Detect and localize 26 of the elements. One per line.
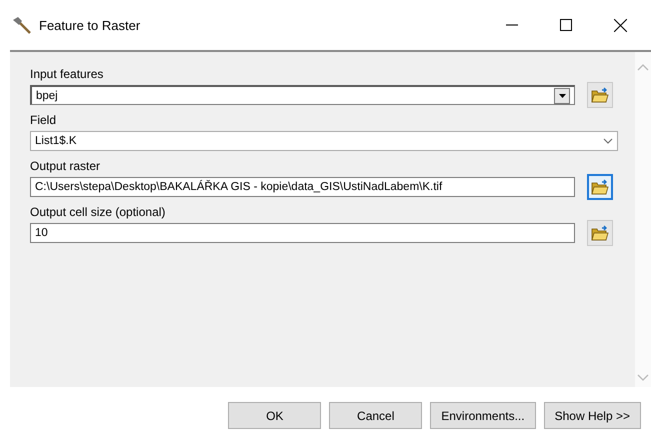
parameter-label: Field [30, 112, 58, 128]
input-field[interactable]: C:\Users\stepa\Desktop\BAKALÁŘKA GIS - kopie\data_GIS\UstiNadLabem\K.tif [30, 177, 575, 197]
window-title: Feature to Raster [39, 18, 140, 32]
folder-icon [591, 87, 609, 103]
parameter-label: Output cell size (optional) [30, 204, 166, 220]
folder-icon [591, 225, 609, 241]
close-icon [614, 18, 626, 32]
dropdown-button[interactable] [554, 88, 570, 104]
browse-button[interactable] [587, 174, 613, 200]
dropdown-field[interactable]: bpej [30, 85, 575, 105]
hammer-icon [12, 16, 32, 34]
dialog-button[interactable]: Cancel [329, 402, 422, 429]
dropdown-field[interactable]: List1$.K [30, 131, 618, 151]
browse-button[interactable] [587, 220, 613, 246]
input-field[interactable]: 10 [30, 223, 575, 243]
parameter-label: Input features [30, 66, 104, 82]
dialog-button[interactable]: OK [228, 402, 322, 429]
triangle-icon [558, 94, 566, 98]
browse-button[interactable] [587, 82, 613, 108]
parameter-label: Output raster [30, 158, 102, 174]
chevron-down-icon[interactable] [603, 138, 613, 144]
maximize-icon [560, 19, 572, 31]
folder-icon [591, 179, 609, 195]
dialog-button[interactable]: Environments... [430, 402, 536, 429]
dialog-button[interactable]: Show Help >> [544, 402, 641, 429]
minimize-icon [506, 24, 518, 26]
